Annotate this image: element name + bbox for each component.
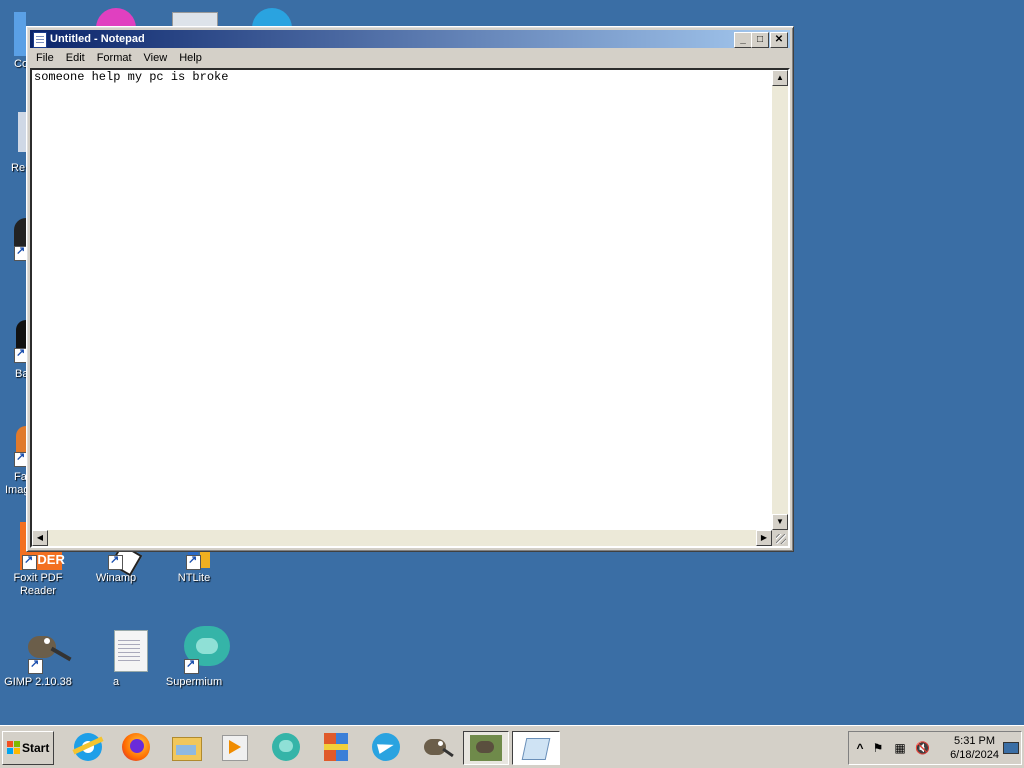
start-button[interactable]: Start	[2, 731, 54, 765]
desktop-icon-fa-label: Fa	[14, 471, 27, 483]
internet-explorer-icon[interactable]	[72, 731, 104, 763]
desktop-icon-recycle-label: Re	[11, 162, 26, 174]
scroll-up-button[interactable]: ▲	[772, 70, 788, 86]
supermium-taskbar-icon[interactable]	[270, 731, 302, 763]
winrar-icon[interactable]	[320, 731, 352, 763]
menu-format[interactable]: Format	[91, 49, 138, 67]
show-hidden-icons-button[interactable]: ^	[853, 741, 867, 755]
notepad-icon[interactable]	[33, 32, 47, 48]
supermium-icon	[170, 626, 230, 674]
text-file-icon	[92, 626, 148, 674]
taskbar: Start ^ ⚑ ▦ 🔇 5:31 PM 6/18/2024	[0, 725, 1024, 768]
scroll-down-button[interactable]: ▼	[772, 514, 788, 530]
desktop-icon-gimp-label: GIMP 2.10.38	[4, 676, 72, 688]
menu-file[interactable]: File	[30, 49, 60, 67]
clock-time: 5:31 PM	[954, 735, 996, 747]
minimize-button[interactable]: _	[734, 32, 752, 48]
desktop-icon-foxit-label: Foxit PDF Reader	[13, 572, 63, 597]
show-desktop-icon[interactable]	[1003, 741, 1019, 755]
desktop-icon-supermium[interactable]: Supermium	[156, 626, 232, 689]
desktop-icon-recycle-bin[interactable]	[18, 112, 26, 152]
notepad-taskbar-icon[interactable]	[512, 731, 560, 765]
gimp-taskbar-icon[interactable]	[420, 731, 454, 763]
clock[interactable]: 5:31 PM 6/18/2024	[950, 734, 999, 762]
desktop-icon-supermium-label: Supermium	[165, 676, 223, 688]
maximize-button[interactable]: □	[751, 32, 769, 48]
menu-help[interactable]: Help	[173, 49, 208, 67]
close-button[interactable]: ✕	[770, 32, 788, 48]
volume-muted-icon[interactable]: 🔇	[915, 741, 930, 755]
gimp-app-icon[interactable]	[463, 731, 509, 765]
action-center-flag-icon[interactable]: ⚑	[871, 741, 885, 755]
clock-date: 6/18/2024	[950, 749, 999, 761]
scroll-right-button[interactable]: ▶	[756, 530, 772, 546]
scroll-left-button[interactable]: ◀	[32, 530, 48, 546]
menu-bar: File Edit Format View Help	[30, 49, 790, 67]
gimp-icon	[14, 626, 72, 674]
system-tray: ^ ⚑ ▦ 🔇 5:31 PM 6/18/2024	[848, 731, 1022, 765]
window-title: Untitled - Notepad	[50, 33, 145, 45]
title-bar[interactable]: Untitled - Notepad _ □ ✕	[30, 30, 790, 48]
start-label: Start	[22, 741, 50, 755]
windows-logo-icon	[7, 741, 21, 755]
editor-content[interactable]: someone help my pc is broke	[34, 70, 770, 528]
menu-edit[interactable]: Edit	[60, 49, 91, 67]
media-player-icon[interactable]	[218, 731, 250, 763]
desktop-icon-gimp[interactable]: GIMP 2.10.38	[0, 626, 76, 689]
notepad-window[interactable]: Untitled - Notepad _ □ ✕ File Edit Format V…	[26, 26, 794, 552]
desktop-icon-text-file[interactable]: a	[78, 626, 154, 689]
desktop-icon-winamp-label: Winamp	[95, 572, 137, 584]
desktop-icon-top-2[interactable]	[96, 8, 136, 28]
desktop-icon-ntlite-label: NTLite	[177, 572, 211, 584]
network-icon[interactable]: ▦	[893, 741, 907, 755]
menu-view[interactable]: View	[138, 49, 174, 67]
vertical-scrollbar[interactable]: ▲ ▼	[772, 70, 788, 530]
desktop-icon-computer[interactable]	[14, 12, 26, 56]
text-editor[interactable]: someone help my pc is broke ▲ ▼ ◀ ▶	[30, 68, 790, 548]
telegram-icon[interactable]	[370, 731, 402, 763]
desktop-icon-text-file-label: a	[112, 676, 120, 688]
file-explorer-icon[interactable]	[170, 731, 202, 763]
resize-grip[interactable]	[772, 530, 788, 546]
firefox-icon[interactable]	[120, 731, 152, 763]
horizontal-scrollbar[interactable]: ◀ ▶	[32, 530, 772, 546]
desktop-icon-top-4[interactable]	[252, 8, 292, 28]
